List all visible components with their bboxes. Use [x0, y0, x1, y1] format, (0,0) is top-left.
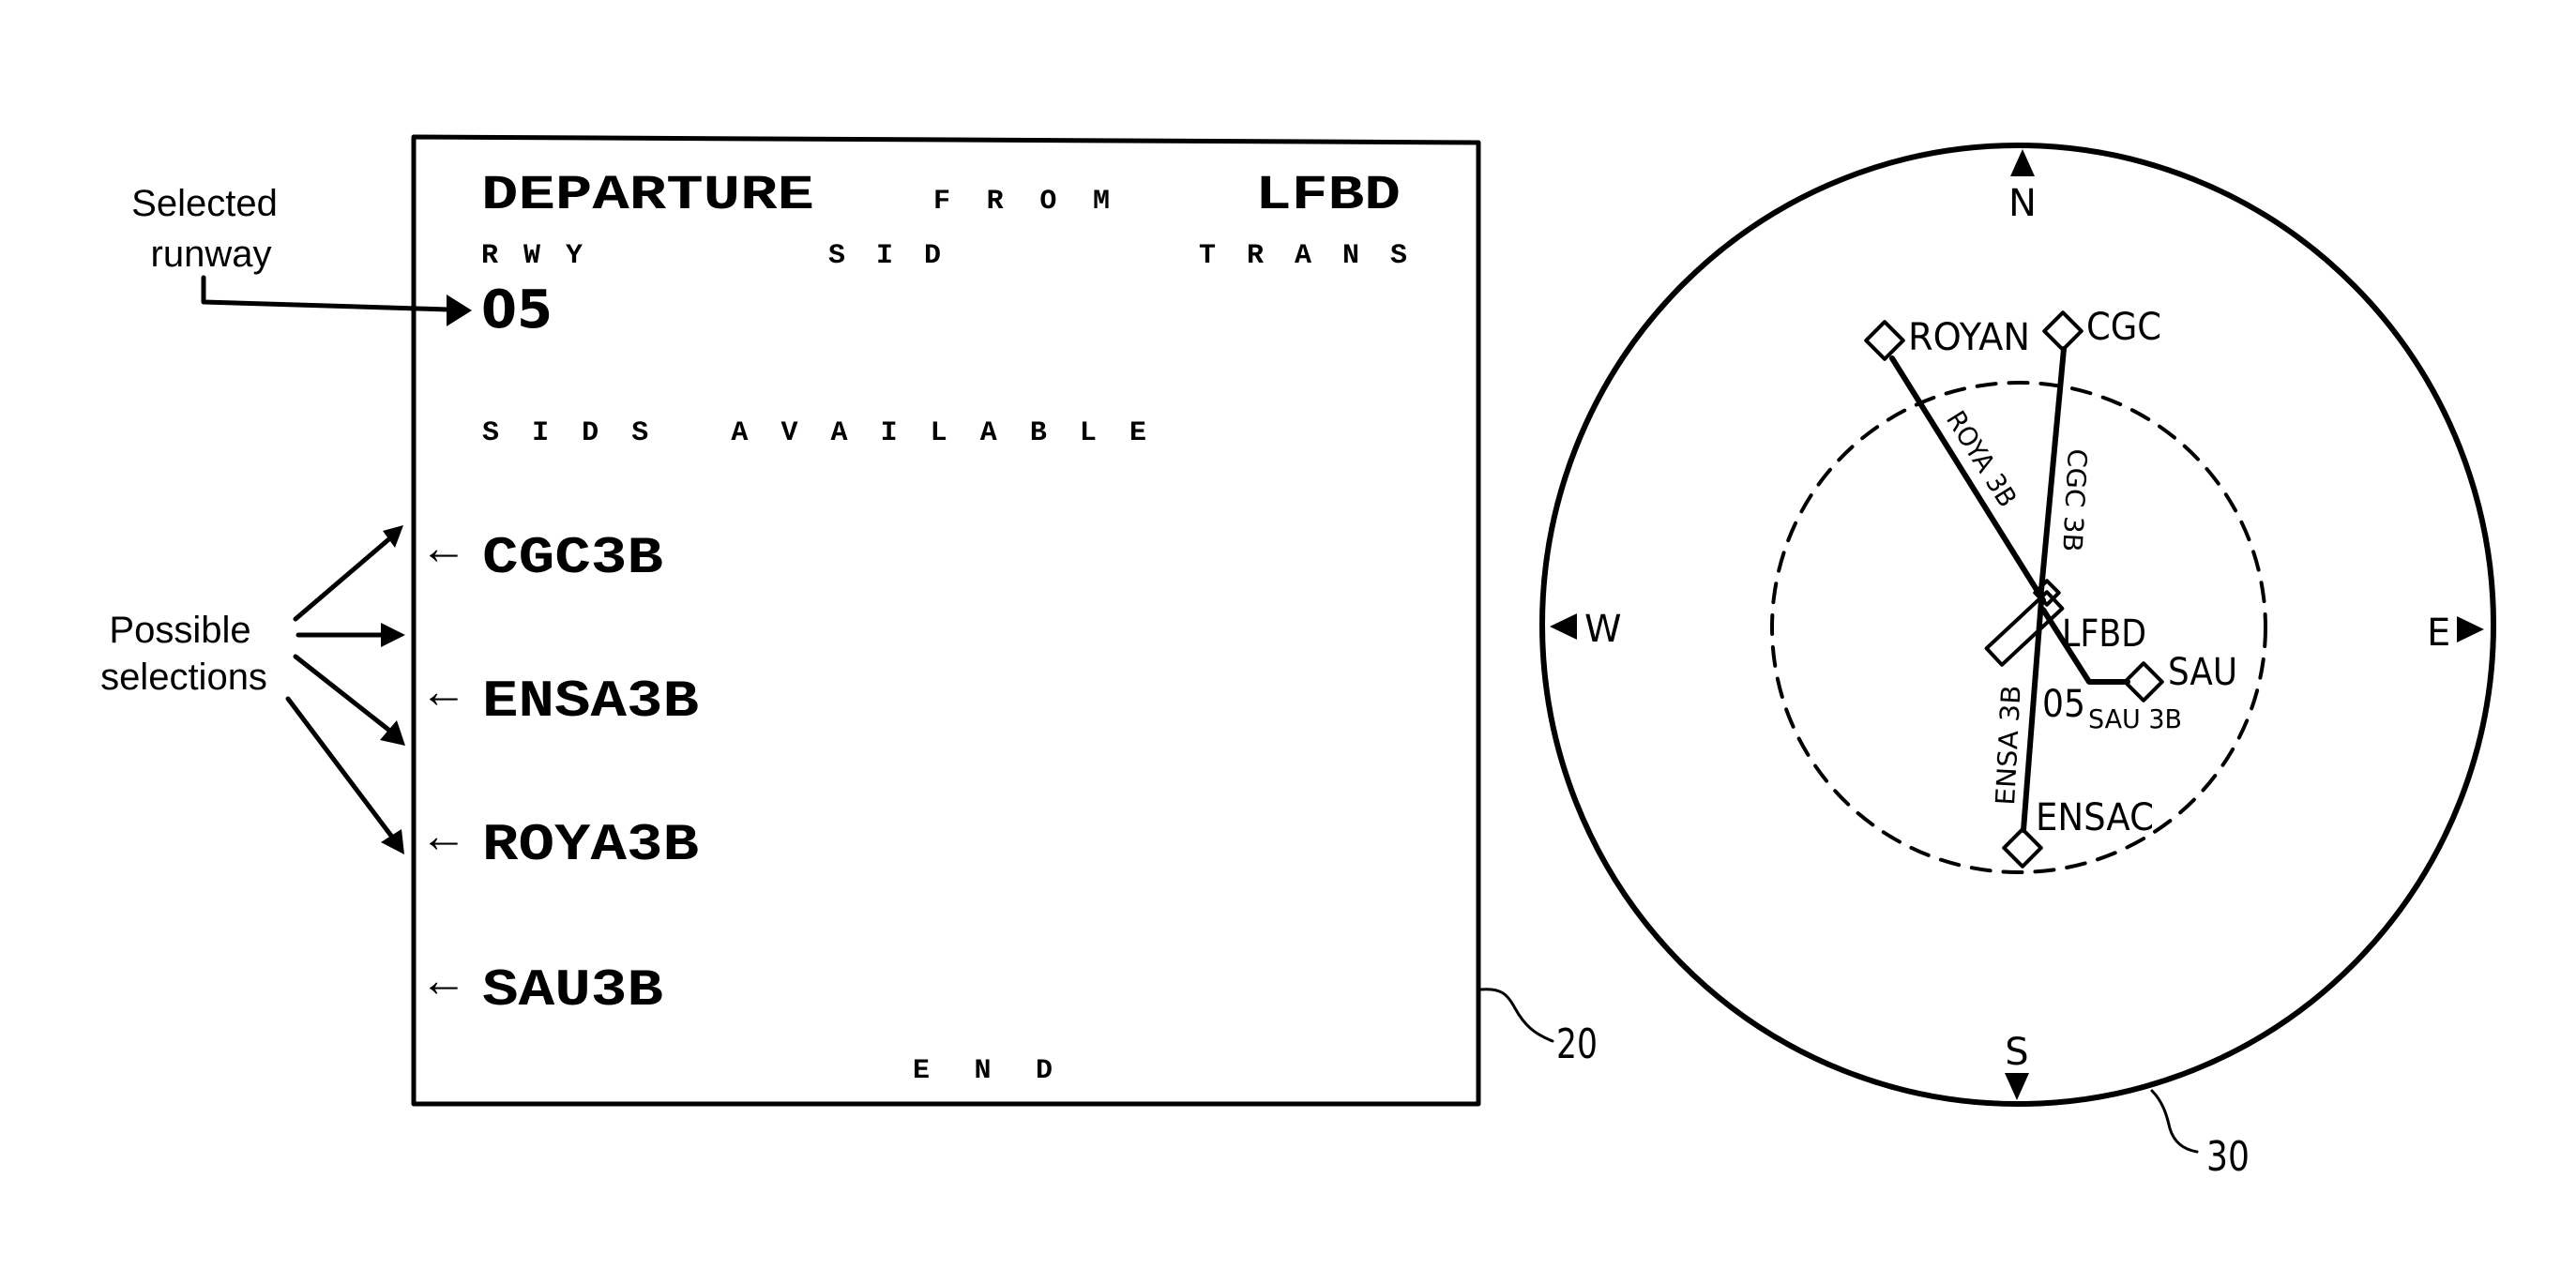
waypoint-cgc-label: CGC — [2086, 306, 2161, 349]
arrow-to-cgc3b — [293, 534, 395, 622]
compass-south-label: S — [2005, 1031, 2028, 1074]
left-arrow-icon: ← — [420, 521, 467, 574]
arrow-to-roya3b — [293, 654, 395, 735]
waypoint-royan-icon[interactable] — [1864, 320, 1905, 361]
arrowhead-icon — [381, 829, 404, 854]
sid-option-ensa3b[interactable]: ← ENSA3B — [420, 665, 699, 732]
waypoint-royan-label: ROYAN — [1908, 316, 2030, 359]
route-cgc3b-label: CGC 3B — [2056, 448, 2093, 553]
waypoint-ensac-label: ENSAC — [2036, 796, 2154, 839]
waypoint-sau-icon[interactable] — [2123, 661, 2164, 702]
arrowhead-icon — [447, 295, 472, 326]
left-arrow-icon: ← — [420, 809, 467, 862]
left-arrow-icon: ← — [420, 954, 467, 1006]
compass-west-label: W — [1584, 608, 1622, 651]
display-frame — [411, 134, 1481, 1107]
sid-option-label[interactable]: ROYA3B — [482, 815, 699, 875]
route-roya3b[interactable] — [1889, 355, 2046, 603]
patent-figure: Selected runway Possible selections DEPA… — [100, 134, 2496, 1181]
east-triangle-icon — [2457, 616, 2484, 642]
end-marker: E N D — [913, 1055, 1053, 1087]
sid-option-roya3b[interactable]: ← ROYA3B — [420, 809, 699, 875]
possible-selections-label-line2: selections — [100, 657, 267, 698]
departure-airport-code: LFBD — [1255, 168, 1401, 223]
reference-label-30: 30 — [2206, 1133, 2250, 1181]
runway-05-label: 05 — [2042, 683, 2085, 726]
compass-east-label: E — [2427, 612, 2450, 655]
page-title-from: F R O M — [933, 186, 1110, 218]
reference-leader-30 — [2150, 1089, 2199, 1154]
sid-option-label[interactable]: ENSA3B — [482, 672, 699, 732]
selected-runway-annotation: Selected runway — [131, 183, 472, 326]
compass-north-label: N — [2008, 182, 2037, 225]
sid-option-sau3b[interactable]: ← SAU3B — [420, 954, 663, 1020]
sid-option-label[interactable]: SAU3B — [482, 960, 663, 1020]
left-arrow-icon: ← — [420, 665, 467, 718]
departure-page-display: DEPARTURE F R O M LFBD R W Y S I D T R A… — [411, 134, 1481, 1107]
possible-selections-annotation: Possible selections — [100, 525, 405, 854]
selected-runway-label-line1: Selected — [131, 183, 278, 224]
sid-list: ← CGC3B ← ENSA3B ← ROYA3B ← SAU3B — [420, 521, 699, 1020]
possible-selections-label-line1: Possible — [109, 610, 250, 651]
sid-option-cgc3b[interactable]: ← CGC3B — [420, 521, 663, 588]
reference-leader-20 — [1478, 988, 1554, 1043]
navigation-display: N S W E ROYAN CGC SAU ENSAC LFBD 05 ROYA… — [1539, 143, 2496, 1107]
compass-rose-outer-ring — [1539, 143, 2496, 1107]
selected-runway-label-line2: runway — [151, 234, 272, 275]
reference-numeral-20: 20 — [1478, 988, 1598, 1068]
column-header-sid: S I D — [828, 240, 941, 272]
waypoint-sau-label: SAU — [2168, 651, 2237, 694]
waypoint-cgc-icon[interactable] — [2042, 310, 2084, 352]
reference-label-20: 20 — [1556, 1020, 1598, 1068]
south-triangle-icon — [2005, 1073, 2029, 1100]
sids-available-heading: S I D S A V A I L A B L E — [482, 417, 1146, 449]
selected-runway-value[interactable]: 05 — [481, 279, 553, 340]
west-triangle-icon — [1550, 613, 1577, 640]
reference-numeral-30: 30 — [2150, 1089, 2250, 1181]
column-header-trans: T R A N S — [1199, 240, 1407, 272]
column-header-rwy: R W Y — [481, 240, 583, 272]
airport-lfbd-label: LFBD — [2062, 612, 2146, 656]
arrowhead-icon — [381, 623, 405, 647]
sid-option-label[interactable]: CGC3B — [482, 528, 663, 588]
route-sau3b-label: SAU 3B — [2088, 703, 2182, 734]
route-ensa3b-label: ENSA 3B — [1990, 685, 2027, 807]
north-triangle-icon — [2010, 149, 2035, 176]
page-title-departure: DEPARTURE — [481, 168, 814, 223]
